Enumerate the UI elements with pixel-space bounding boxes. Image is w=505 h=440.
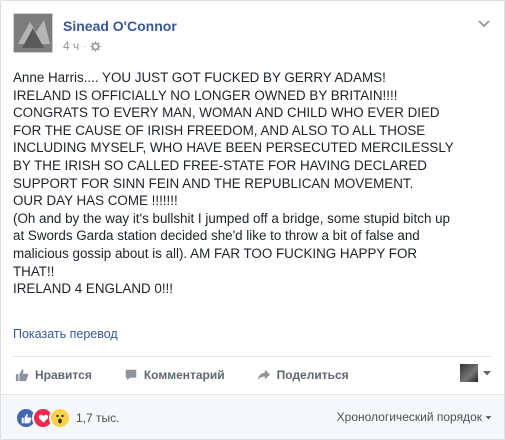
post-line: at Swords Garda station decided she'd li…: [13, 228, 420, 244]
share-label: Поделиться: [276, 368, 349, 382]
post-card: Sinead O'Connor 4 ч · Anne Harris.... YO…: [0, 0, 505, 440]
action-bar: Нравится Комментарий Поделиться: [15, 365, 381, 385]
share-button[interactable]: Поделиться: [257, 368, 349, 382]
caret-down-icon: [483, 371, 491, 376]
like-button[interactable]: Нравится: [15, 368, 92, 382]
post-line: CONGRATS TO EVERY MAN, WOMAN AND CHILD W…: [13, 105, 440, 121]
caret-down-icon: [485, 415, 492, 419]
post-line: SUPPORT FOR SINN FEIN AND THE REPUBLICAN…: [13, 175, 414, 191]
author-name[interactable]: Sinead O'Connor: [63, 18, 177, 34]
post-line: (Oh and by the way it's bullshit I jumpe…: [13, 210, 451, 226]
comment-label: Комментарий: [143, 368, 225, 382]
post-line: INCLUDING MYSELF, WHO HAVE BEEN PERSECUT…: [13, 140, 454, 156]
divider: [13, 356, 492, 357]
separator-dot: ·: [83, 41, 87, 51]
comment-button[interactable]: Комментарий: [124, 368, 225, 382]
post-line: IRELAND 4 ENGLAND 0!!!: [13, 281, 173, 297]
wow-reaction-icon: [49, 407, 71, 429]
post-meta: 4 ч ·: [63, 39, 101, 53]
post-body: Anne Harris.... YOU JUST GOT FUCKED BY G…: [13, 69, 495, 298]
show-translation-link[interactable]: Показать перевод: [13, 327, 118, 341]
share-icon: [257, 369, 270, 381]
like-label: Нравится: [35, 368, 92, 382]
comment-icon: [125, 369, 137, 381]
post-line: BY THE IRISH SO CALLED FREE-STATE FOR HA…: [13, 157, 427, 173]
reactions-footer: 1,7 тыс. Хронологический порядок: [1, 395, 504, 439]
post-line: FOR THE CAUSE OF IRISH FREEDOM, AND ALSO…: [13, 122, 426, 138]
post-line: OUR DAY HAS COME !!!!!!!: [13, 193, 178, 209]
post-line: Anne Harris.... YOU JUST GOT FUCKED BY G…: [13, 70, 386, 85]
reaction-summary[interactable]: 1,7 тыс.: [15, 407, 119, 429]
post-line: IRELAND IS OFFICIALLY NO LONGER OWNED BY…: [13, 87, 398, 103]
avatar[interactable]: [13, 13, 53, 53]
gear-icon[interactable]: [90, 40, 101, 52]
reaction-count[interactable]: 1,7 тыс.: [76, 411, 119, 425]
sort-label: Хронологический порядок: [336, 410, 482, 424]
comment-sort-dropdown[interactable]: Хронологический порядок: [337, 410, 492, 424]
post-as-selector[interactable]: [460, 364, 492, 382]
post-line: malicious gossip about is all). AM FAR T…: [13, 245, 418, 261]
post-time[interactable]: 4 ч: [63, 39, 79, 53]
chevron-down-icon[interactable]: [476, 15, 492, 31]
viewer-avatar: [460, 364, 478, 382]
post-line: THAT!!: [13, 263, 55, 279]
thumbs-up-icon: [15, 369, 29, 382]
